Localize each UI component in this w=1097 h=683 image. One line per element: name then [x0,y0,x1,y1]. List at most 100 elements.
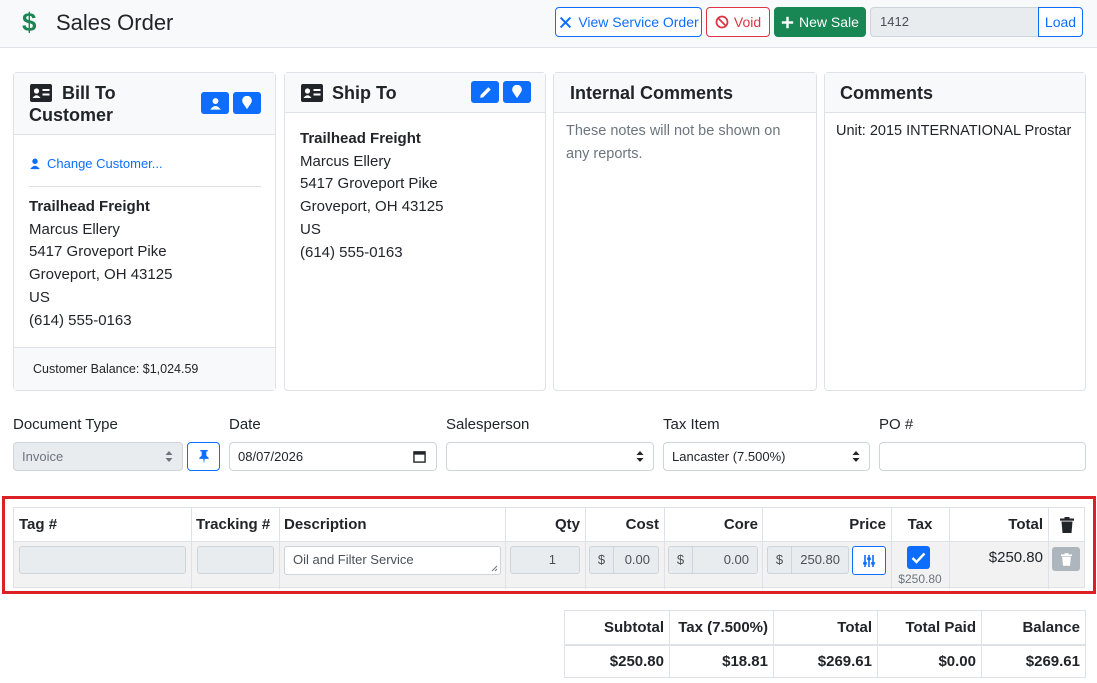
thumbtack-icon [198,449,209,464]
trash-icon [1060,552,1072,566]
ship-to-country: US [300,220,321,238]
ship-to-contact: Marcus Ellery [300,152,391,170]
tax-checkbox[interactable] [907,546,930,569]
select-arrows-icon [852,451,860,462]
void-button[interactable]: Void [706,7,770,37]
change-customer-link[interactable]: Change Customer... [29,156,163,171]
bill-to-street: 5417 Groveport Pike [29,243,167,261]
ship-to-title: Ship To [332,83,397,103]
view-service-order-label: View Service Order [578,14,699,30]
line-items-table: Tag # Tracking # Description Qty Cost Co… [13,507,1085,589]
select-arrows-icon [636,451,644,462]
ban-icon [715,15,729,29]
qty-input[interactable]: 1 [510,546,580,574]
ship-to-address: Trailhead Freight Marcus Ellery 5417 Gro… [300,128,443,264]
cost-input-group[interactable]: $ 0.00 [589,546,659,574]
check-icon [911,552,926,564]
customer-balance: Customer Balance: $1,024.59 [33,362,199,376]
bill-to-contact-button[interactable] [201,92,229,114]
bill-to-card: Bill To Customer Change Customer... Trai… [13,72,276,391]
bill-to-header: Bill To Customer [14,73,275,135]
internal-comments-title: Internal Comments [570,83,734,103]
dollar-icon: $ [22,7,37,37]
pencil-icon [479,86,491,98]
trash-icon [1060,517,1074,533]
col-divider [191,508,192,589]
new-sale-label: New Sale [799,14,859,30]
bill-to-company: Trailhead Freight [29,198,150,215]
col-divider [762,508,763,589]
col-divider [585,508,586,589]
document-type-select: Invoice [13,442,183,471]
col-qty: Qty [554,516,580,533]
description-value: Oil and Filter Service [293,552,414,567]
pin-button[interactable] [187,442,220,471]
id-card-icon [301,84,323,102]
subtotal-label: Subtotal [604,619,664,636]
col-divider [279,508,280,589]
order-number-input[interactable]: 1412 [870,7,1038,37]
map-marker-icon [242,96,252,110]
po-input[interactable] [879,442,1086,471]
col-divider [505,508,506,589]
date-label: Date [229,416,261,433]
tax-item-select[interactable]: Lancaster (7.500%) [663,442,870,471]
price-prefix: $ [767,546,791,574]
core-input[interactable]: 0.00 [692,546,758,574]
view-service-order-button[interactable]: View Service Order [555,7,702,37]
tag-input[interactable] [19,546,186,574]
description-input[interactable]: Oil and Filter Service [284,546,501,575]
tax-label: Tax (7.500%) [678,619,768,636]
bill-to-country: US [29,288,50,306]
total-paid-label: Total Paid [905,619,976,636]
ship-to-phone: (614) 555-0163 [300,243,403,261]
ship-to-location-button[interactable] [503,81,531,103]
col-core: Core [723,516,758,533]
new-sale-button[interactable]: New Sale [774,7,866,37]
balance-value: $269.61 [1025,653,1080,670]
select-arrows-icon [165,451,173,462]
core-prefix: $ [668,546,692,574]
line-total: $250.80 [988,549,1043,566]
salesperson-select[interactable] [446,442,654,471]
core-input-group[interactable]: $ 0.00 [668,546,758,574]
ship-to-city: Groveport, OH 43125 [300,198,444,216]
price-input[interactable]: 250.80 [791,546,849,574]
bill-to-footer: Customer Balance: $1,024.59 [14,347,275,390]
col-tracking: Tracking # [196,516,271,533]
ship-to-street: 5417 Groveport Pike [300,175,438,193]
user-icon [30,158,40,170]
internal-comments-card: Internal Comments These notes will not b… [553,72,817,391]
document-type-label: Document Type [13,416,118,433]
delete-row-button[interactable] [1052,547,1080,571]
price-options-button[interactable] [852,546,886,575]
col-tax: Tax [907,516,933,533]
divider [29,186,261,187]
price-input-group[interactable]: $ 250.80 [767,546,849,574]
resize-grip-icon[interactable] [491,565,498,572]
tracking-input[interactable] [197,546,274,574]
comments-card: Comments Unit: 2015 INTERNATIONAL Prosta… [824,72,1086,391]
internal-comments-textarea[interactable]: These notes will not be shown on any rep… [566,120,804,165]
plus-icon [781,16,794,28]
cost-input[interactable]: 0.00 [613,546,659,574]
ship-to-edit-button[interactable] [471,81,499,103]
subtotal-value: $250.80 [609,653,664,670]
comments-header: Comments [825,73,1085,113]
load-button[interactable]: Load [1038,7,1083,37]
page-title: Sales Order [56,10,174,35]
bill-to-title: Bill To [62,83,116,103]
tax-amount: $250.80 [898,572,942,586]
comments-textarea[interactable]: Unit: 2015 INTERNATIONAL Prostar [836,120,1078,143]
date-input[interactable]: 08/07/2026 [229,442,437,471]
bill-to-location-button[interactable] [233,92,261,114]
tax-value: $18.81 [722,653,768,670]
col-divider [664,508,665,589]
calendar-icon[interactable] [413,450,426,463]
ship-to-header: Ship To [285,73,545,113]
user-icon [209,97,221,110]
col-cost: Cost [625,516,659,533]
bill-to-contact: Marcus Ellery [29,220,120,238]
po-label: PO # [879,416,914,433]
tools-icon [560,16,572,28]
